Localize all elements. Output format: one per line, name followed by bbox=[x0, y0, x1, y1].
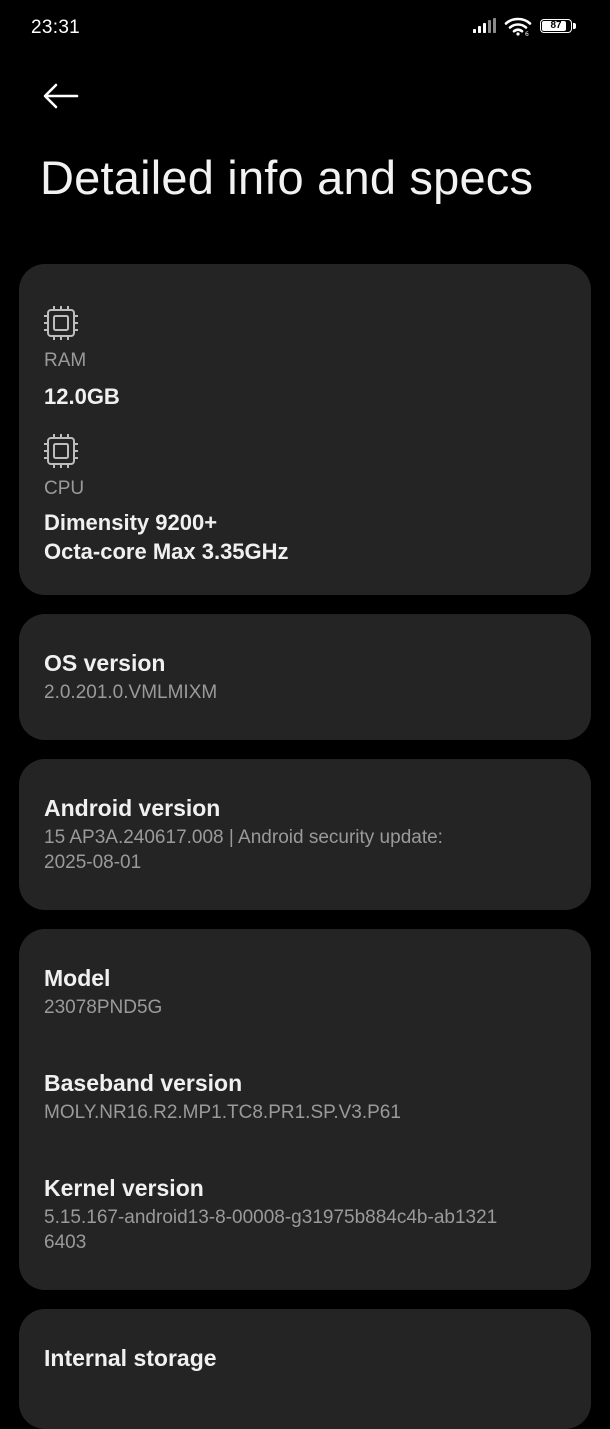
device-info-card: Model 23078PND5G Baseband version MOLY.N… bbox=[19, 929, 591, 1290]
kernel-value: 5.15.167-android13-8-00008-g31975b884c4b… bbox=[44, 1205, 566, 1255]
hardware-card: RAM 12.0GB CPU Dimensity 9200+ Octa-core… bbox=[19, 264, 591, 595]
signal-icon bbox=[473, 18, 496, 33]
android-version-line2: 2025-08-01 bbox=[44, 852, 142, 873]
page-title: Detailed info and specs bbox=[40, 151, 534, 204]
arrow-left-icon bbox=[43, 83, 79, 109]
android-version-title: Android version bbox=[44, 795, 221, 821]
storage-title: Internal storage bbox=[44, 1345, 217, 1371]
storage-card[interactable]: Internal storage bbox=[19, 1309, 591, 1429]
status-time: 23:31 bbox=[31, 17, 81, 38]
chip-icon bbox=[44, 434, 78, 468]
os-version-card[interactable]: OS version 2.0.201.0.VMLMIXM bbox=[19, 614, 591, 740]
kernel-title: Kernel version bbox=[44, 1175, 204, 1201]
android-version-row: Android version 15 AP3A.240617.008 | And… bbox=[44, 793, 566, 875]
android-version-line1: 15 AP3A.240617.008 | Android security up… bbox=[44, 827, 443, 848]
kernel-row[interactable]: Kernel version 5.15.167-android13-8-0000… bbox=[44, 1173, 566, 1255]
cpu-spec: CPU Dimensity 9200+ Octa-core Max 3.35GH… bbox=[44, 434, 566, 566]
status-icons: 6 87 bbox=[472, 16, 576, 36]
battery-icon: 87 bbox=[540, 18, 576, 34]
ram-value: 12.0GB bbox=[44, 384, 120, 409]
baseband-title: Baseband version bbox=[44, 1070, 243, 1096]
kernel-value-line2: 6403 bbox=[44, 1232, 87, 1253]
cpu-value: Dimensity 9200+ Octa-core Max 3.35GHz bbox=[44, 508, 566, 566]
model-row[interactable]: Model 23078PND5G bbox=[44, 963, 566, 1020]
android-version-value: 15 AP3A.240617.008 | Android security up… bbox=[44, 825, 566, 875]
kernel-value-line1: 5.15.167-android13-8-00008-g31975b884c4b… bbox=[44, 1207, 498, 1228]
status-bar: 23:31 6 87 bbox=[0, 0, 610, 58]
os-version-row: OS version 2.0.201.0.VMLMIXM bbox=[44, 648, 566, 705]
os-version-value: 2.0.201.0.VMLMIXM bbox=[44, 682, 218, 703]
cpu-label: CPU bbox=[44, 478, 85, 499]
svg-text:6: 6 bbox=[525, 31, 529, 36]
baseband-value: MOLY.NR16.R2.MP1.TC8.PR1.SP.V3.P61 bbox=[44, 1102, 401, 1123]
storage-row: Internal storage bbox=[44, 1343, 566, 1373]
back-button[interactable] bbox=[38, 76, 84, 116]
ram-label: RAM bbox=[44, 350, 87, 371]
ram-spec: RAM 12.0GB bbox=[44, 306, 566, 411]
model-value: 23078PND5G bbox=[44, 997, 163, 1018]
baseband-row[interactable]: Baseband version MOLY.NR16.R2.MP1.TC8.PR… bbox=[44, 1068, 566, 1125]
chip-icon bbox=[44, 306, 78, 340]
android-version-card[interactable]: Android version 15 AP3A.240617.008 | And… bbox=[19, 759, 591, 910]
wifi-icon: 6 bbox=[504, 17, 532, 36]
battery-level: 87 bbox=[550, 20, 562, 31]
cpu-value-line2: Octa-core Max 3.35GHz bbox=[44, 539, 289, 564]
cpu-value-line1: Dimensity 9200+ bbox=[44, 510, 218, 535]
model-title: Model bbox=[44, 965, 111, 991]
os-version-title: OS version bbox=[44, 650, 166, 676]
